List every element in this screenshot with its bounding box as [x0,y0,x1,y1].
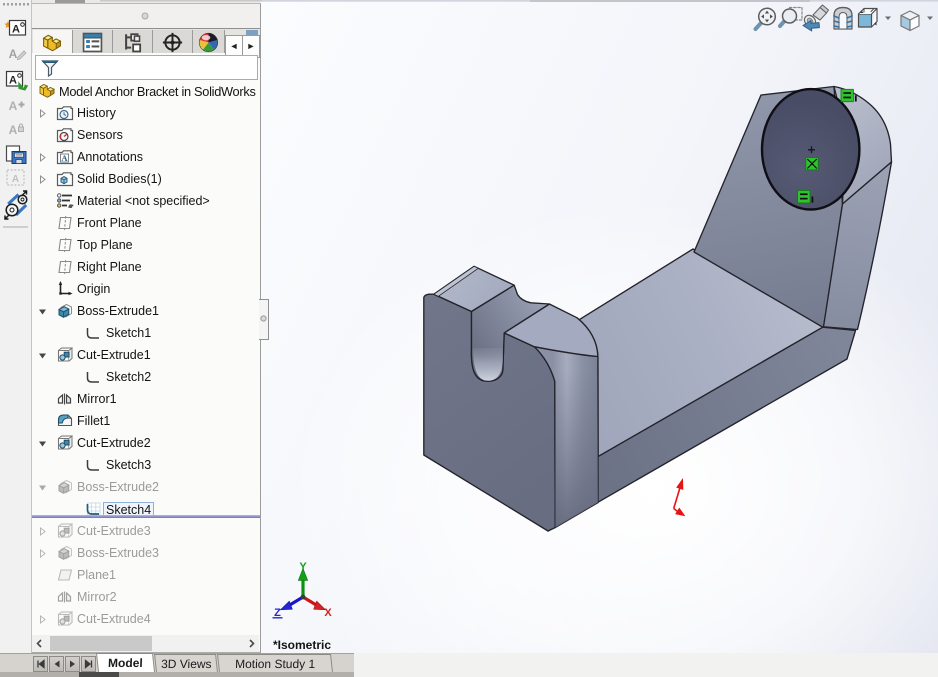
svg-text:A: A [12,24,20,36]
svg-text:Y: Y [299,561,307,573]
svg-text:X: X [324,607,332,619]
svg-text:A: A [9,47,18,61]
svg-text:A: A [12,174,19,185]
svg-text:A: A [9,123,18,137]
svg-text:A: A [9,75,17,87]
svg-text:A: A [9,99,18,113]
